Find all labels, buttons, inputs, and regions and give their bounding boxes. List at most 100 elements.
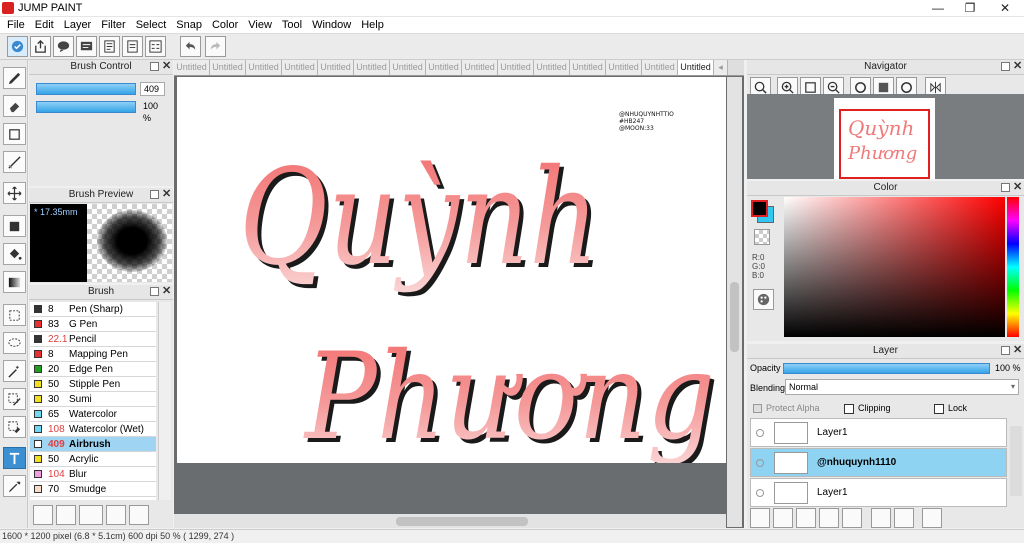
document-tab[interactable]: Untitled bbox=[318, 60, 354, 75]
checklist-icon[interactable] bbox=[145, 36, 166, 57]
brush-folder-icon[interactable] bbox=[129, 505, 149, 525]
brush-copy-icon[interactable] bbox=[79, 505, 103, 525]
document-tab[interactable]: Untitled bbox=[210, 60, 246, 75]
layer-folder-icon[interactable] bbox=[842, 508, 862, 528]
eraser-tool-icon[interactable] bbox=[3, 95, 26, 117]
brush-item[interactable]: 65 Watercolor bbox=[30, 407, 156, 422]
cloud-sync-icon[interactable] bbox=[7, 36, 28, 57]
select-pen-tool-icon[interactable] bbox=[3, 388, 26, 410]
vscroll-thumb[interactable] bbox=[730, 282, 739, 352]
brush-size-slider[interactable] bbox=[36, 83, 136, 95]
hue-slider[interactable] bbox=[1007, 197, 1019, 337]
menu-tool[interactable]: Tool bbox=[277, 17, 307, 33]
layer-visibility-icon[interactable] bbox=[756, 489, 764, 497]
brush-item[interactable]: 50 Acrylic bbox=[30, 452, 156, 467]
document-tab[interactable]: Untitled bbox=[642, 60, 678, 75]
canvas-horizontal-scrollbar[interactable] bbox=[174, 514, 726, 528]
merge-layer-icon[interactable] bbox=[894, 508, 914, 528]
document-tab[interactable]: Untitled bbox=[678, 60, 714, 75]
menu-snap[interactable]: Snap bbox=[171, 17, 207, 33]
move-tool-icon[interactable] bbox=[3, 182, 26, 204]
close-panel-icon[interactable]: ✕ bbox=[1013, 182, 1022, 193]
layer-visibility-icon[interactable] bbox=[756, 459, 764, 467]
color-saturation-field[interactable] bbox=[784, 197, 1005, 337]
new-brush-icon[interactable] bbox=[56, 505, 76, 525]
drawing-canvas[interactable]: @NHUQUYNHTTIO #HB247 @MOON:33 Quỳnh Quỳn… bbox=[177, 77, 726, 463]
layer-list-scrollbar[interactable] bbox=[1010, 426, 1022, 496]
brush-item[interactable]: 50 Stipple Pen bbox=[30, 377, 156, 392]
menu-color[interactable]: Color bbox=[207, 17, 243, 33]
comment-icon[interactable] bbox=[53, 36, 74, 57]
brush-settings-icon[interactable] bbox=[33, 505, 53, 525]
clipping-checkbox[interactable] bbox=[844, 404, 854, 414]
undo-icon[interactable] bbox=[180, 36, 201, 57]
select-rect-tool-icon[interactable] bbox=[3, 304, 26, 326]
layer-row[interactable]: @nhuquynh1110 bbox=[750, 448, 1007, 477]
navigator-view[interactable]: Quỳnh Phương bbox=[747, 94, 1024, 179]
close-panel-icon[interactable]: ✕ bbox=[162, 189, 171, 200]
document-tab[interactable]: Untitled bbox=[498, 60, 534, 75]
float-panel-icon[interactable] bbox=[1001, 346, 1010, 355]
brush-item[interactable]: 8 Mapping Pen bbox=[30, 347, 156, 362]
layer-row[interactable]: Layer1 bbox=[750, 478, 1007, 507]
layer-opacity-slider[interactable] bbox=[783, 363, 990, 374]
eyedropper-tool-icon[interactable] bbox=[3, 475, 26, 497]
document-tab[interactable]: Untitled bbox=[534, 60, 570, 75]
brush-tool-icon[interactable] bbox=[3, 67, 26, 89]
brush-list-scrollbar[interactable] bbox=[158, 302, 171, 500]
canvas-vertical-scrollbar[interactable] bbox=[727, 77, 742, 527]
layer-row[interactable]: Layer1 bbox=[750, 418, 1007, 447]
protect-alpha-checkbox[interactable] bbox=[753, 404, 762, 413]
float-panel-icon[interactable] bbox=[1001, 183, 1010, 192]
halftone-layer-icon[interactable] bbox=[819, 508, 839, 528]
brush-import-icon[interactable] bbox=[106, 505, 126, 525]
float-panel-icon[interactable] bbox=[1001, 62, 1010, 71]
document-icon[interactable] bbox=[122, 36, 143, 57]
delete-layer-icon[interactable] bbox=[922, 508, 942, 528]
redo-icon[interactable] bbox=[205, 36, 226, 57]
document-tab[interactable]: Untitled bbox=[174, 60, 210, 75]
layer-visibility-icon[interactable] bbox=[756, 429, 764, 437]
primary-color-swatch[interactable] bbox=[751, 200, 768, 217]
menu-edit[interactable]: Edit bbox=[30, 17, 59, 33]
menu-window[interactable]: Window bbox=[307, 17, 356, 33]
brush-item[interactable]: 8 Pen (Sharp) bbox=[30, 302, 156, 317]
text-tool-icon[interactable] bbox=[3, 447, 26, 469]
float-panel-icon[interactable] bbox=[150, 62, 159, 71]
fill-rect-tool-icon[interactable] bbox=[3, 215, 26, 237]
close-panel-icon[interactable]: ✕ bbox=[1013, 345, 1022, 356]
export-icon[interactable] bbox=[30, 36, 51, 57]
rectangle-tool-icon[interactable] bbox=[3, 123, 26, 145]
brush-item[interactable]: 108 Watercolor (Wet) bbox=[30, 422, 156, 437]
brush-item[interactable]: 409 Airbrush bbox=[30, 437, 156, 452]
float-panel-icon[interactable] bbox=[150, 190, 159, 199]
brush-item[interactable]: 22.1 Pencil bbox=[30, 332, 156, 347]
lock-checkbox[interactable] bbox=[934, 404, 944, 414]
line-tool-icon[interactable] bbox=[3, 151, 26, 173]
document-tab[interactable]: Untitled bbox=[354, 60, 390, 75]
magic-wand-tool-icon[interactable] bbox=[3, 360, 26, 382]
color-palette-icon[interactable] bbox=[753, 289, 774, 310]
minimize-button[interactable]: — bbox=[924, 0, 952, 17]
close-panel-icon[interactable]: ✕ bbox=[1013, 61, 1022, 72]
menu-layer[interactable]: Layer bbox=[59, 17, 97, 33]
close-panel-icon[interactable]: ✕ bbox=[162, 286, 171, 297]
lasso-tool-icon[interactable] bbox=[3, 332, 26, 354]
brush-item[interactable]: 83 G Pen bbox=[30, 317, 156, 332]
document-tab[interactable]: Untitled bbox=[246, 60, 282, 75]
document-tab[interactable]: Untitled bbox=[462, 60, 498, 75]
maximize-button[interactable]: ❐ bbox=[956, 0, 984, 17]
menu-help[interactable]: Help bbox=[356, 17, 389, 33]
page-icon[interactable] bbox=[99, 36, 120, 57]
tab-scroll-left-icon[interactable]: ◂ bbox=[714, 60, 728, 75]
menu-select[interactable]: Select bbox=[131, 17, 172, 33]
gradient-tool-icon[interactable] bbox=[3, 271, 26, 293]
new-layer-icon[interactable] bbox=[750, 508, 770, 528]
brush-item[interactable]: 20 Edge Pen bbox=[30, 362, 156, 377]
select-eraser-tool-icon[interactable] bbox=[3, 416, 26, 438]
document-tab[interactable]: Untitled bbox=[570, 60, 606, 75]
brush-opacity-slider[interactable] bbox=[36, 101, 136, 113]
new-layer-copy-icon[interactable] bbox=[773, 508, 793, 528]
text-layer-icon[interactable] bbox=[796, 508, 816, 528]
document-tab[interactable]: Untitled bbox=[606, 60, 642, 75]
